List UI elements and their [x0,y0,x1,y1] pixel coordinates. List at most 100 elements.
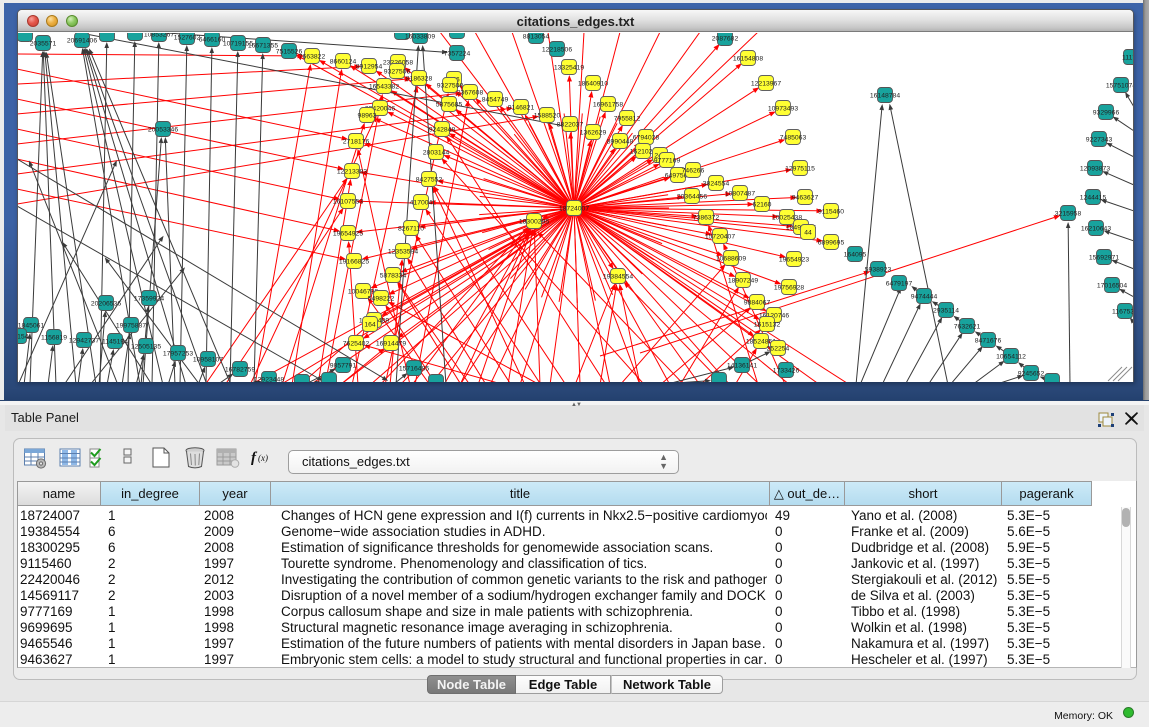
svg-text:12975115: 12975115 [785,165,815,172]
svg-text:15692971: 15692971 [1089,254,1119,261]
svg-text:20206536: 20206536 [91,300,121,307]
svg-text:10654112: 10654112 [996,353,1026,360]
svg-text:252254: 252254 [767,345,790,352]
svg-text:19756928: 19756928 [774,284,804,291]
svg-text:164: 164 [364,321,376,328]
svg-text:20364456: 20364456 [677,193,707,200]
svg-text:19384554: 19384554 [603,273,633,280]
svg-text:2087682: 2087682 [712,35,739,42]
svg-text:8990448: 8990448 [607,138,634,145]
svg-text:3215958: 3215958 [1055,210,1082,217]
svg-text:7625402: 7625402 [343,340,370,347]
svg-text:3824554: 3824554 [703,180,730,187]
svg-text:6479197: 6479197 [886,280,913,287]
svg-text:12213383: 12213383 [337,168,367,175]
svg-text:9857791: 9857791 [330,362,357,369]
svg-text:7386372: 7386372 [693,214,720,221]
svg-text:18724007: 18724007 [559,205,589,212]
svg-text:9242848: 9242848 [429,126,456,133]
svg-text:9227343: 9227343 [1086,136,1113,143]
svg-text:9327506: 9327506 [384,68,411,75]
svg-text:2718176: 2718176 [343,138,370,145]
svg-text:19975887: 19975887 [116,322,146,329]
svg-text:8822037: 8822037 [557,121,584,128]
svg-text:8471676: 8471676 [975,337,1002,344]
svg-text:18640910: 18640910 [578,80,608,87]
svg-text:19654925: 19654925 [333,230,363,237]
svg-text:8813054: 8813054 [523,33,550,40]
svg-text:12218506: 12218506 [542,46,572,53]
svg-text:19654923: 19654923 [779,256,809,263]
svg-text:9884067: 9884067 [744,299,771,306]
svg-text:16782759: 16782759 [225,366,255,373]
svg-text:16107553: 16107553 [333,198,363,205]
svg-text:39154: 39154 [18,333,29,340]
svg-text:15716485: 15716485 [399,365,429,372]
svg-text:18907249: 18907249 [728,277,758,284]
svg-text:6794028: 6794028 [633,134,660,141]
svg-text:1167534: 1167534 [1112,308,1133,315]
svg-text:7663822: 7663822 [299,53,326,60]
svg-text:746266: 746266 [682,167,705,174]
svg-text:7485063: 7485063 [780,134,807,141]
svg-text:2803144: 2803144 [423,149,450,156]
svg-text:12353594: 12353594 [388,248,418,255]
svg-text:16914479: 16914479 [376,340,406,347]
svg-text:17359924: 17359924 [134,295,164,302]
svg-text:1362629: 1362629 [580,129,607,136]
svg-text:12942737: 12942737 [69,337,99,344]
svg-text:164095: 164095 [844,251,867,258]
svg-text:16671355: 16671355 [248,42,278,49]
svg-text:f: f [251,450,258,466]
svg-text:8186328: 8186328 [406,75,433,82]
svg-text:12923448: 12923448 [254,376,284,382]
svg-text:18300295: 18300295 [519,218,549,225]
svg-text:5875685: 5875685 [436,101,463,108]
svg-text:7632621: 7632621 [954,323,981,330]
svg-text:16033809: 16033809 [405,33,435,40]
svg-text:8912954: 8912954 [356,63,383,70]
svg-text:5938923: 5938923 [865,266,892,273]
svg-text:11173: 11173 [1122,54,1133,61]
svg-text:20691406: 20691406 [67,37,97,44]
svg-text:2035571: 2035571 [30,40,57,47]
svg-text:17957253: 17957253 [163,350,193,357]
svg-text:15751074: 15751074 [1106,82,1133,89]
svg-text:9777169: 9777169 [654,157,681,164]
svg-text:16210643: 16210643 [1081,225,1111,232]
svg-text:1733426: 1733426 [773,367,800,374]
svg-text:6466160: 6466160 [199,36,226,43]
svg-text:9463627: 9463627 [792,194,819,201]
svg-text:44: 44 [804,229,812,236]
svg-text:417004: 417004 [410,199,433,206]
svg-text:7357224: 7357224 [444,50,471,57]
svg-text:62160: 62160 [753,201,772,208]
svg-text:10973493: 10973493 [768,105,798,112]
svg-text:15720407: 15720407 [705,233,735,240]
svg-text:17016504: 17016504 [1097,282,1127,289]
svg-text:16961758: 16961758 [593,101,623,108]
svg-text:10958107: 10958107 [193,356,223,363]
svg-text:9327508: 9327508 [437,82,464,89]
svg-text:16154808: 16154808 [733,55,763,62]
svg-text:16543382: 16543382 [369,83,399,90]
svg-text:12093873: 12093873 [1080,165,1110,172]
svg-text:8427552: 8427552 [416,176,443,183]
svg-text:(x): (x) [258,453,268,463]
svg-text:1156819: 1156819 [41,334,67,341]
svg-text:16148784: 16148784 [870,92,900,99]
svg-text:8267110: 8267110 [398,225,424,232]
svg-text:9329966: 9329966 [1093,109,1120,116]
svg-text:19166825: 19166825 [339,258,369,265]
svg-text:9115460: 9115460 [818,208,844,215]
svg-text:10807487: 10807487 [725,190,755,197]
svg-text:10688609: 10688609 [716,255,746,262]
svg-text:14136141: 14136141 [727,362,757,369]
svg-text:1588520: 1588520 [534,112,561,119]
svg-text:20053346: 20053346 [148,126,178,133]
svg-text:7955812: 7955812 [614,115,641,122]
svg-text:6899695: 6899695 [818,239,845,246]
svg-text:8454749: 8454749 [482,96,509,103]
svg-text:5878334: 5878334 [380,272,407,279]
svg-text:1615132: 1615132 [754,321,781,328]
